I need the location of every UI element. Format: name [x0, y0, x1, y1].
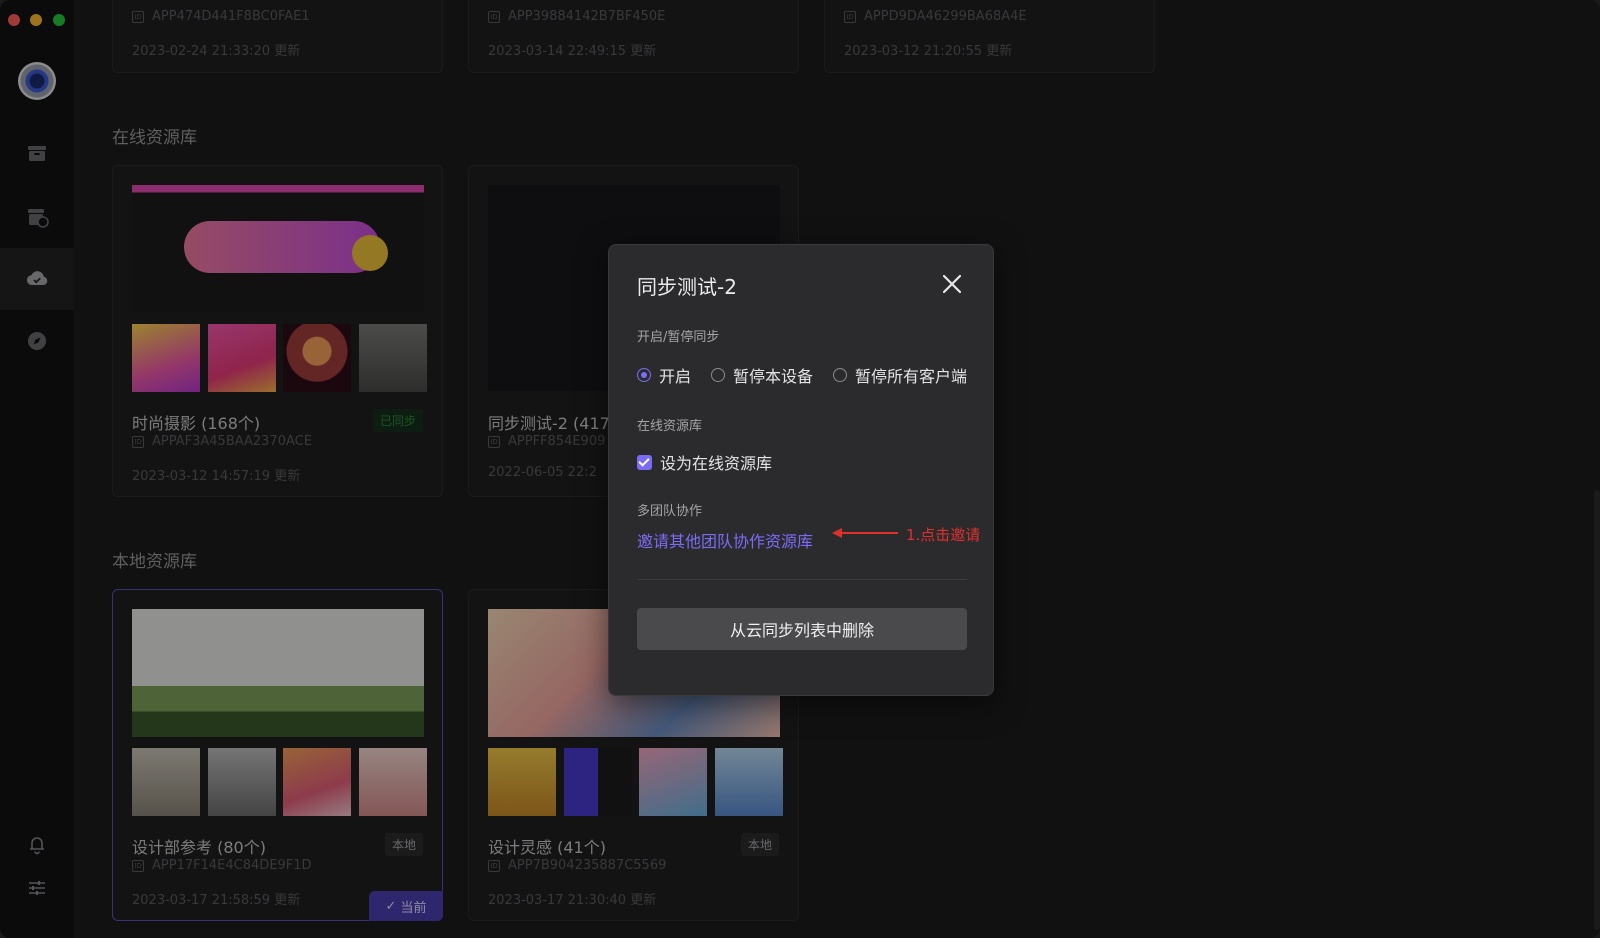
- invite-team-link[interactable]: 邀请其他团队协作资源库: [637, 528, 813, 552]
- annotation-arrow-icon: [832, 528, 898, 538]
- annotation-text: 1.点击邀请: [906, 526, 981, 544]
- sync-radio-group: 开启 暂停本设备 暂停所有客户端: [637, 363, 967, 387]
- remove-from-cloud-sync-button[interactable]: 从云同步列表中删除: [637, 608, 967, 650]
- divider: [637, 579, 967, 580]
- sync-label: 开启/暂停同步: [637, 330, 720, 345]
- radio-icon: [637, 368, 651, 382]
- radio-enable[interactable]: 开启: [637, 363, 691, 387]
- online-library-label: 在线资源库: [637, 419, 703, 434]
- checkbox-checked-icon: [637, 454, 652, 470]
- radio-pause-all[interactable]: 暂停所有客户端: [833, 363, 967, 387]
- dialog-title: 同步测试-2: [637, 275, 737, 299]
- radio-pause-device[interactable]: 暂停本设备: [711, 363, 813, 387]
- radio-icon: [711, 368, 726, 382]
- radio-icon: [833, 368, 848, 382]
- sync-settings-dialog: 同步测试-2 开启/暂停同步 开启 暂停本设备 暂停所有客户端 在线资源库 设为…: [608, 244, 994, 696]
- app-window: ID APP474D441F8BC0FAE1 2023-02-24 21:33:2…: [0, 0, 1600, 938]
- team-collab-label: 多团队协作: [637, 504, 703, 519]
- close-icon[interactable]: [941, 273, 963, 295]
- online-library-checkbox[interactable]: 设为在线资源库: [637, 450, 772, 474]
